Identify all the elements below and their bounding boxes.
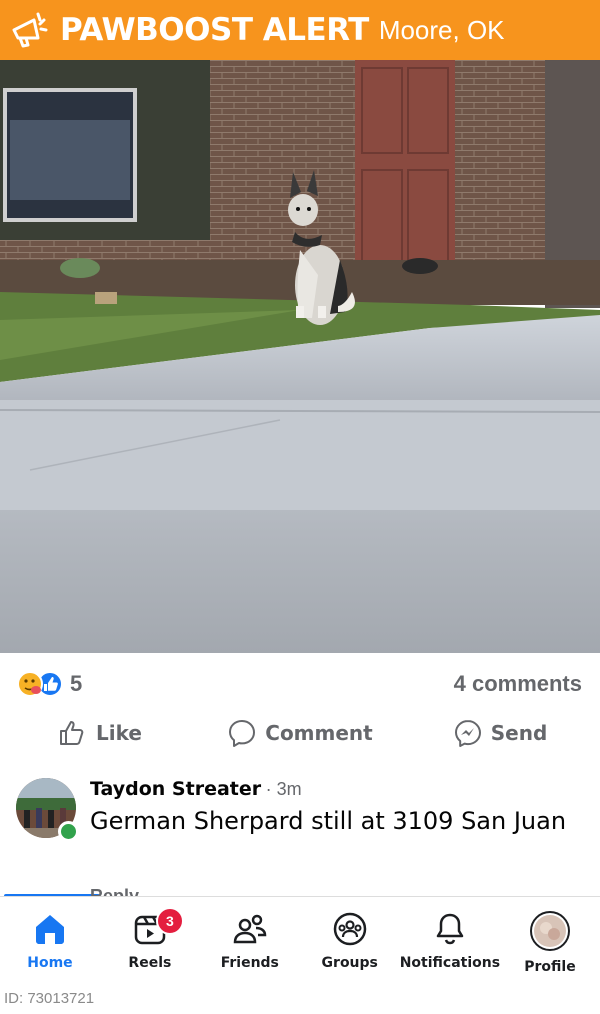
- nav-notifications-label: Notifications: [399, 955, 501, 971]
- nav-home-label: Home: [27, 955, 73, 971]
- nav-groups-label: Groups: [321, 955, 378, 971]
- nav-home[interactable]: Home: [0, 897, 100, 987]
- thumbs-up-icon: [60, 721, 84, 745]
- friends-icon: [233, 914, 267, 944]
- reels-badge: 3: [155, 907, 184, 935]
- banner-title: PAWBOOST ALERT: [60, 12, 369, 48]
- nav-reels-label: Reels: [128, 955, 172, 971]
- comment-time: · 3m: [265, 779, 302, 799]
- nav-reels[interactable]: 3 Reels: [100, 897, 200, 987]
- send-label: Send: [490, 721, 548, 745]
- nav-profile-label: Profile: [524, 959, 576, 975]
- send-button[interactable]: Send: [400, 712, 600, 754]
- comments-count[interactable]: 4 comments: [454, 671, 582, 697]
- dog-photo-image: [0, 60, 600, 653]
- home-icon: [35, 915, 64, 944]
- comment-bubble-icon: [229, 720, 256, 747]
- comment-label: Comment: [265, 721, 373, 745]
- like-button[interactable]: Like: [0, 712, 200, 754]
- messenger-icon: [454, 720, 481, 747]
- nav-friends[interactable]: Friends: [200, 897, 300, 987]
- nav-notifications[interactable]: Notifications: [400, 897, 500, 987]
- like-label: Like: [96, 721, 142, 745]
- commenter-avatar[interactable]: [16, 778, 79, 842]
- comment-button[interactable]: Comment: [200, 712, 400, 754]
- nav-friends-label: Friends: [220, 955, 279, 971]
- profile-avatar: [530, 911, 570, 951]
- bottom-nav: Home 3 Reels Friends Groups Notification…: [0, 896, 600, 987]
- nav-profile[interactable]: Profile: [500, 897, 600, 987]
- reaction-emoji-icons: [17, 671, 63, 697]
- comment-text: German Sherpard still at 3109 San Juan: [90, 807, 567, 835]
- comment-author[interactable]: Taydon Streater: [90, 778, 261, 800]
- bell-icon: [436, 913, 464, 945]
- megaphone-icon: [12, 12, 48, 48]
- comment-body: Taydon Streater · 3m German Sherpard sti…: [90, 778, 584, 837]
- online-status-dot: [58, 821, 79, 842]
- pawboost-banner: PAWBOOST ALERT Moore, OK: [0, 0, 600, 60]
- groups-icon: [333, 912, 366, 946]
- reactions-bar: 5 4 comments: [16, 666, 582, 702]
- post-photo[interactable]: [0, 60, 600, 653]
- reaction-count: 5: [70, 671, 83, 696]
- post-actions: Like Comment Send: [0, 712, 600, 754]
- reaction-summary[interactable]: 5: [16, 670, 82, 698]
- post-id-label: ID: 73013721: [4, 990, 95, 1007]
- nav-groups[interactable]: Groups: [300, 897, 400, 987]
- banner-location: Moore, OK: [378, 14, 505, 45]
